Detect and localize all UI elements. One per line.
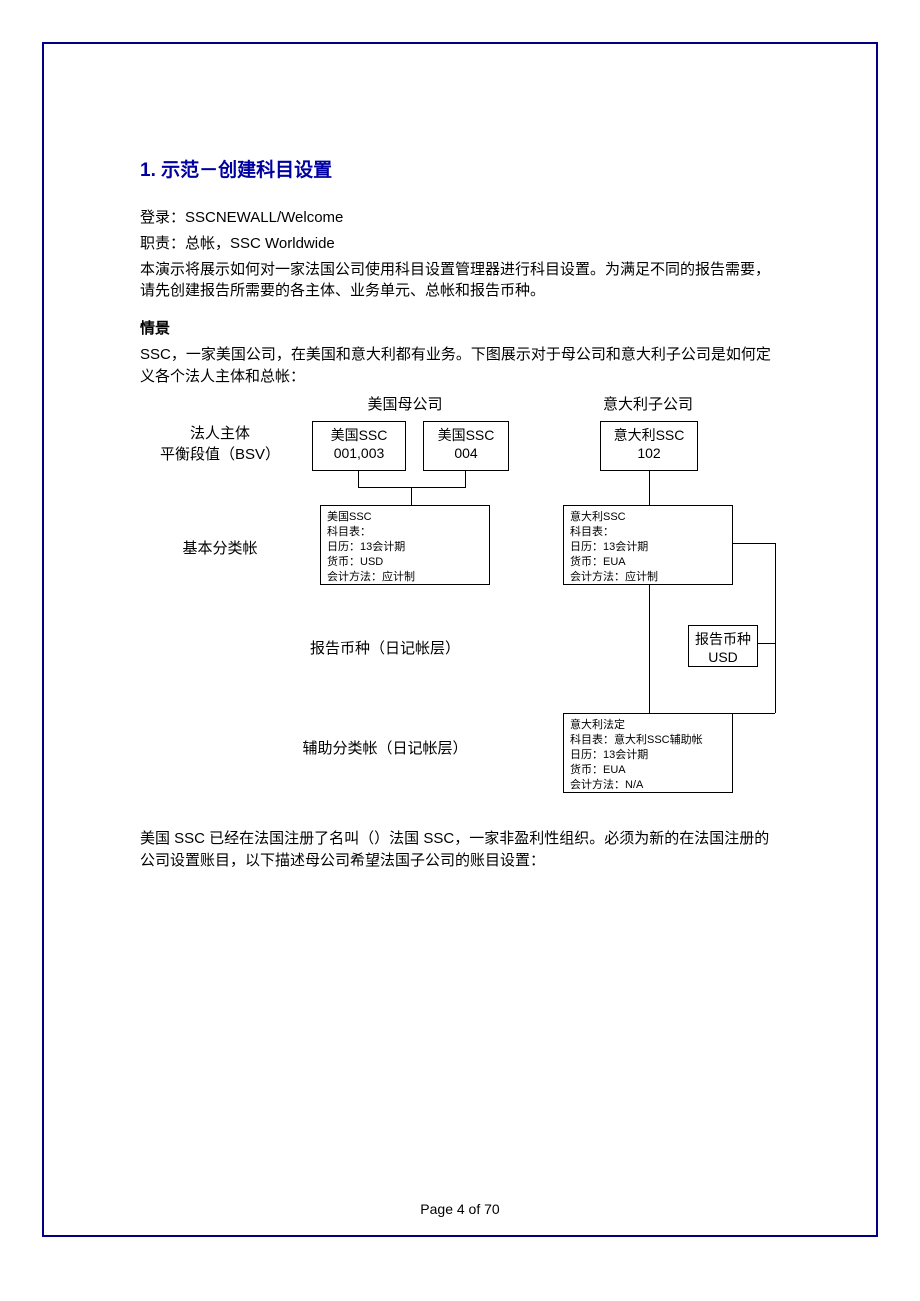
connector — [733, 543, 775, 544]
sec-l3: 日历：13会计期 — [570, 749, 648, 761]
sec-l5: 会计方法：N/A — [570, 779, 643, 791]
box-it-ssc-l2: 102 — [637, 445, 660, 461]
org-diagram: 美国母公司 意大利子公司 法人主体 平衡段值（BSV） 美国SSC 001,00… — [140, 393, 780, 818]
scenario-text: SSC，一家美国公司，在美国和意大利都有业务。下图展示对于母公司和意大利子公司是… — [140, 344, 780, 388]
col-header-us: 美国母公司 — [355, 393, 455, 414]
connector — [733, 713, 775, 714]
it-ledger-l3: 日历：13会计期 — [570, 541, 648, 553]
scenario-label: 情景 — [140, 318, 780, 340]
closing-paragraph: 美国 SSC 已经在法国注册了名叫（）法国 SSC，一家非盈利性组织。必须为新的… — [140, 828, 780, 872]
row-label-entity-l2: 平衡段值（BSV） — [160, 446, 280, 463]
section-heading: 1. 示范－创建科目设置 — [140, 155, 780, 182]
it-ledger-l2: 科目表： — [570, 526, 614, 538]
box-us-ssc-2: 美国SSC 004 — [423, 421, 509, 471]
us-ledger-l5: 会计方法：应计制 — [327, 571, 415, 583]
role-line: 职责：总帐，SSC Worldwide — [140, 233, 780, 255]
page-footer: Page 4 of 70 — [44, 1201, 876, 1217]
connector — [757, 643, 775, 644]
box-us-ssc-2-l1: 美国SSC — [438, 427, 495, 443]
box-report-currency: 报告币种 USD — [688, 625, 758, 667]
col-header-it: 意大利子公司 — [588, 393, 708, 414]
box-it-secondary: 意大利法定 科目表：意大利SSC辅助帐 日历：13会计期 货币：EUA 会计方法… — [563, 713, 733, 793]
connector — [358, 487, 466, 488]
it-ledger-l1: 意大利SSC — [570, 511, 626, 523]
row-label-entity: 法人主体 平衡段值（BSV） — [140, 423, 300, 465]
login-line: 登录：SSCNEWALL/Welcome — [140, 207, 780, 229]
intro-paragraph: 本演示将展示如何对一家法国公司使用科目设置管理器进行科目设置。为满足不同的报告需… — [140, 259, 780, 303]
connector — [465, 471, 466, 487]
box-it-ssc: 意大利SSC 102 — [600, 421, 698, 471]
us-ledger-l2: 科目表： — [327, 526, 371, 538]
rc-l1: 报告币种 — [695, 631, 751, 647]
connector — [775, 543, 776, 713]
connector — [411, 487, 412, 505]
rc-l2: USD — [708, 649, 738, 665]
box-it-ssc-l1: 意大利SSC — [614, 427, 685, 443]
it-ledger-l4: 货币：EUA — [570, 556, 626, 568]
sec-l2: 科目表：意大利SSC辅助帐 — [570, 734, 703, 746]
box-it-ledger: 意大利SSC 科目表： 日历：13会计期 货币：EUA 会计方法：应计制 — [563, 505, 733, 585]
it-ledger-l5: 会计方法：应计制 — [570, 571, 658, 583]
us-ledger-l1: 美国SSC — [327, 511, 372, 523]
box-us-ssc-1-l1: 美国SSC — [331, 427, 388, 443]
sec-l4: 货币：EUA — [570, 764, 626, 776]
box-us-ledger: 美国SSC 科目表： 日历：13会计期 货币：USD 会计方法：应计制 — [320, 505, 490, 585]
row-label-report-currency: 报告币种（日记帐层） — [270, 638, 500, 659]
box-us-ssc-2-l2: 004 — [454, 445, 477, 461]
connector — [358, 471, 359, 487]
row-label-primary: 基本分类帐 — [140, 538, 300, 559]
us-ledger-l3: 日历：13会计期 — [327, 541, 405, 553]
us-ledger-l4: 货币：USD — [327, 556, 383, 568]
connector — [649, 585, 650, 713]
connector — [649, 471, 650, 505]
sec-l1: 意大利法定 — [570, 719, 625, 731]
box-us-ssc-1: 美国SSC 001,003 — [312, 421, 406, 471]
box-us-ssc-1-l2: 001,003 — [334, 445, 385, 461]
row-label-entity-l1: 法人主体 — [190, 425, 250, 442]
row-label-secondary: 辅助分类帐（日记帐层） — [270, 738, 500, 759]
